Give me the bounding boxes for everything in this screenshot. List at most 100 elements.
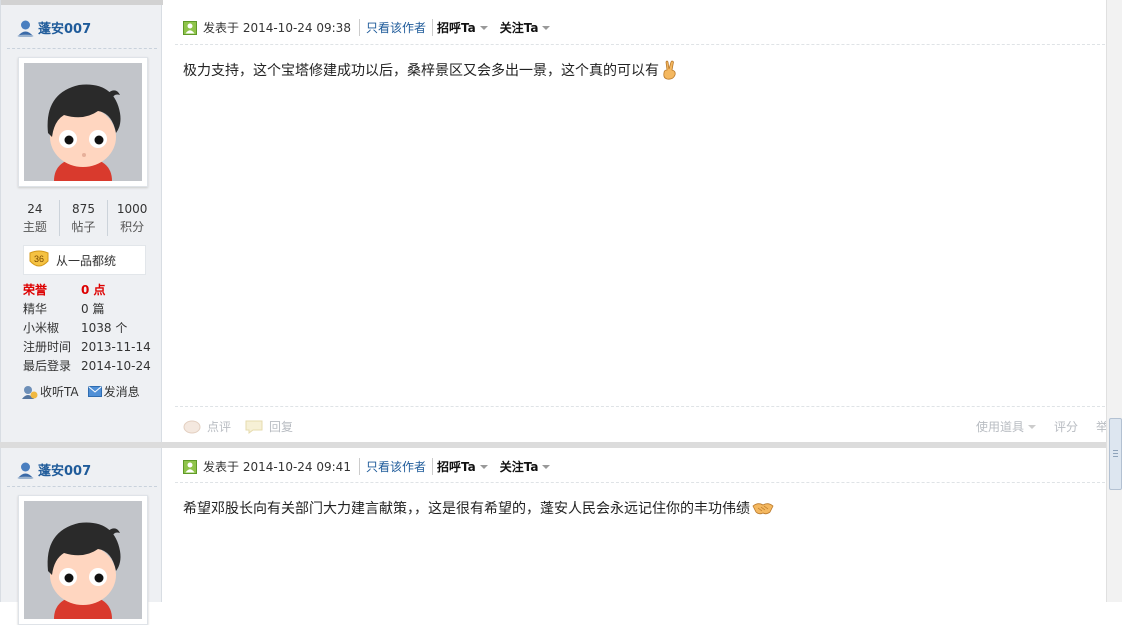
user-icon — [17, 462, 34, 479]
scrollbar-grip — [1113, 450, 1118, 451]
stat-value: 1000 — [116, 202, 148, 216]
post-content: 发表于 2014-10-24 09:41 只看该作者 招呼Ta 关注Ta 希望邓… — [163, 448, 1106, 602]
chevron-down-icon — [542, 25, 551, 30]
use-tool-label: 使用道具 — [975, 420, 1024, 434]
author-sidebar: 蓬安007 24 主题 875 帖子 1000 积分 36 从一品都统 荣誉 0… — [0, 0, 163, 442]
send-message-button[interactable]: 发消息 — [87, 383, 140, 400]
only-author-link[interactable]: 只看该作者 — [358, 19, 432, 36]
post-meta: 发表于 2014-10-24 09:38 只看该作者 招呼Ta 关注Ta — [183, 19, 551, 36]
online-status-icon — [183, 20, 197, 35]
mail-icon — [87, 386, 102, 397]
scrollbar-grip — [1113, 453, 1118, 454]
listen-icon — [22, 385, 38, 399]
message-label: 发消息 — [103, 385, 140, 399]
author-sidebar: 蓬安007 — [0, 448, 162, 625]
greet-label: 招呼Ta — [436, 21, 476, 35]
info-pepper: 小米椒 1038 个 — [23, 319, 158, 338]
avatar[interactable] — [18, 57, 148, 187]
scrollbar-thumb[interactable] — [1109, 418, 1122, 490]
stat-label: 积分 — [120, 220, 145, 234]
info-honor: 荣誉 0 点 — [23, 281, 158, 300]
rate-link[interactable]: 评分 — [1054, 418, 1078, 435]
comment-button[interactable]: 点评 — [183, 418, 231, 435]
info-last-login: 最后登录 2014-10-24 — [23, 357, 158, 376]
info-value: 2013-11-14 — [81, 340, 151, 354]
stat-topics[interactable]: 24 主题 — [11, 200, 59, 236]
author-name-block[interactable]: 蓬安007 — [17, 18, 91, 37]
info-value: 0 篇 — [81, 302, 105, 316]
greet-menu[interactable]: 招呼Ta — [431, 458, 488, 475]
reply-button[interactable]: 回复 — [245, 418, 293, 435]
info-register-time: 注册时间 2013-11-14 — [23, 338, 158, 357]
info-value: 1038 个 — [81, 321, 128, 335]
vertical-scrollbar[interactable] — [1106, 0, 1122, 602]
chevron-down-icon — [542, 464, 551, 469]
online-status-icon — [183, 459, 197, 474]
only-author-link[interactable]: 只看该作者 — [358, 458, 432, 475]
scrollbar-grip — [1113, 456, 1118, 457]
greet-label: 招呼Ta — [436, 460, 476, 474]
author-actions: 收听TA 发消息 — [22, 383, 149, 400]
stat-points[interactable]: 1000 积分 — [107, 200, 156, 236]
victory-hand-icon — [663, 60, 676, 80]
author-name-block[interactable]: 蓬安007 — [17, 460, 91, 479]
post-meta: 发表于 2014-10-24 09:41 只看该作者 招呼Ta 关注Ta — [183, 458, 551, 475]
follow-menu[interactable]: 关注Ta — [496, 19, 551, 36]
follow-label: 关注Ta — [499, 21, 539, 35]
greet-menu[interactable]: 招呼Ta — [431, 19, 488, 36]
avatar[interactable] — [18, 495, 148, 625]
rank-badge-icon: 36 — [29, 250, 49, 267]
author-stats: 24 主题 875 帖子 1000 积分 — [11, 200, 156, 236]
comment-label: 点评 — [207, 420, 232, 434]
reply-label: 回复 — [269, 420, 294, 434]
footer-right-actions: 使用道具 评分 举报 — [940, 418, 1120, 435]
post-2: 蓬安007 发表于 2014-10-24 09:41 只看该作者 招呼Ta 关注… — [0, 448, 1106, 625]
post-time: 发表于 2014-10-24 09:41 — [203, 460, 351, 474]
use-tool-menu[interactable]: 使用道具 — [958, 418, 1036, 435]
reply-icon — [245, 420, 263, 434]
listen-label: 收听TA — [40, 385, 79, 399]
info-key: 精华 — [23, 302, 48, 316]
user-icon — [17, 20, 34, 37]
chevron-down-icon — [479, 25, 488, 30]
comment-icon — [183, 420, 201, 433]
avatar-cartoon — [24, 501, 142, 619]
handshake-icon — [752, 503, 774, 515]
info-key: 最后登录 — [23, 359, 72, 373]
listen-button[interactable]: 收听TA — [22, 383, 79, 400]
stat-posts[interactable]: 875 帖子 — [58, 200, 108, 236]
author-name[interactable]: 蓬安007 — [38, 18, 91, 37]
info-value: 0 点 — [81, 283, 106, 297]
post-message-text: 希望邓股长向有关部门大力建言献策，，这是很有希望的，蓬安人民会永远记住你的丰功伟… — [183, 501, 750, 517]
post-message: 希望邓股长向有关部门大力建言献策，，这是很有希望的，蓬安人民会永远记住你的丰功伟… — [183, 498, 774, 518]
post-message: 极力支持，这个宝塔修建成功以后，桑梓景区又会多出一景，这个真的可以有 — [183, 60, 679, 80]
follow-label: 关注Ta — [499, 460, 539, 474]
stat-label: 主题 — [22, 220, 47, 234]
divider — [175, 44, 1105, 45]
sidebar-top-border — [1, 0, 163, 5]
rank-level: 36 — [34, 254, 44, 264]
post-1: 蓬安007 24 主题 875 帖子 1000 积分 36 从一品都统 荣誉 0… — [0, 0, 1120, 442]
stat-label: 帖子 — [71, 220, 96, 234]
stat-value: 24 — [27, 202, 43, 216]
divider — [7, 486, 157, 487]
avatar-cartoon — [24, 63, 142, 181]
divider — [175, 482, 1105, 483]
post-footer: 点评 回复 使用道具 评分 举报 — [183, 418, 1120, 435]
follow-menu[interactable]: 关注Ta — [496, 458, 551, 475]
info-key: 荣誉 — [23, 283, 48, 297]
info-value: 2014-10-24 — [81, 359, 151, 373]
post-time: 发表于 2014-10-24 09:38 — [203, 21, 351, 35]
chevron-down-icon — [1027, 424, 1036, 429]
post-content: 发表于 2014-10-24 09:38 只看该作者 招呼Ta 关注Ta 极力支… — [163, 0, 1120, 442]
rank-title: 从一品都统 — [56, 253, 117, 268]
info-essence: 精华 0 篇 — [23, 300, 158, 319]
chevron-down-icon — [479, 464, 488, 469]
post-message-text: 极力支持，这个宝塔修建成功以后，桑梓景区又会多出一景，这个真的可以有 — [183, 63, 659, 79]
divider — [7, 48, 157, 49]
info-key: 小米椒 — [23, 321, 60, 335]
info-key: 注册时间 — [23, 340, 72, 354]
author-info: 荣誉 0 点 精华 0 篇 小米椒 1038 个 注册时间 2013-11-14… — [23, 281, 158, 376]
stat-value: 875 — [72, 202, 95, 216]
author-name[interactable]: 蓬安007 — [38, 460, 91, 479]
